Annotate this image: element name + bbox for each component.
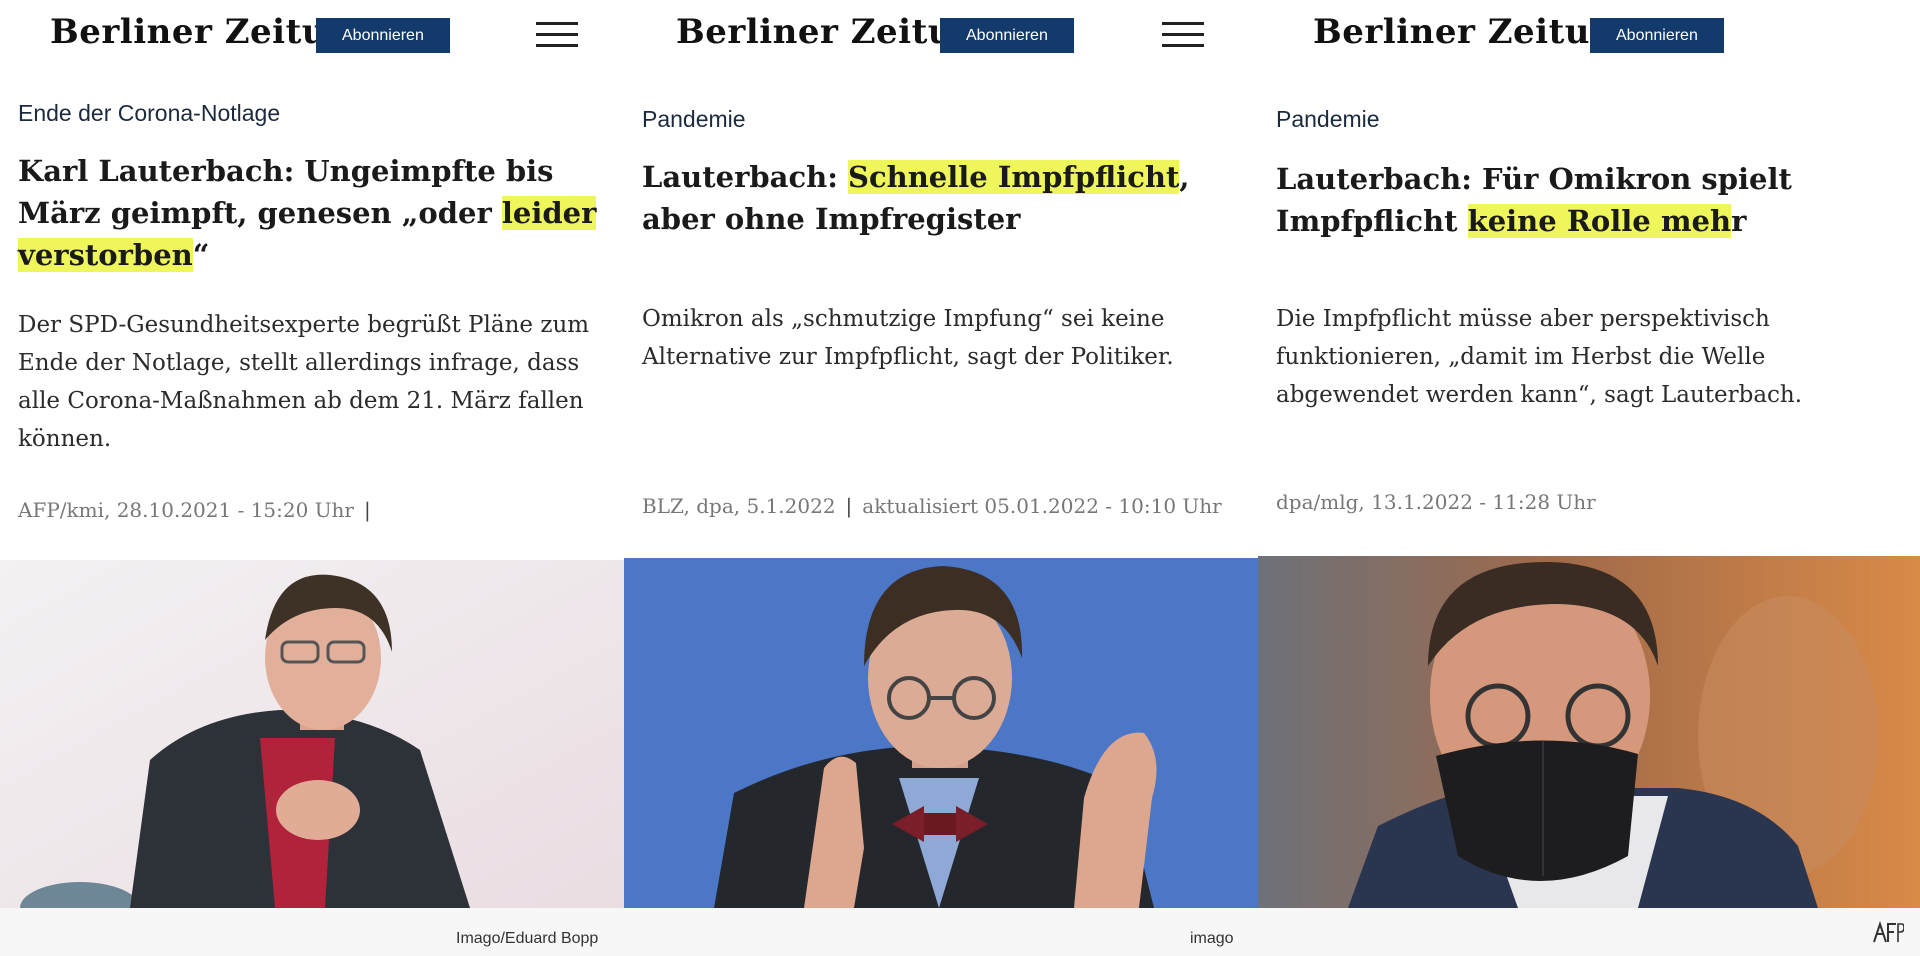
headline-highlight: Schnelle Impfpflicht <box>848 160 1180 194</box>
article-teaser: Die Impfpflicht müsse aber perspektivisc… <box>1276 306 1803 408</box>
caption-strip <box>0 908 1920 956</box>
article-category[interactable]: Pandemie <box>642 106 746 133</box>
headline-highlight: keine Rolle meh <box>1467 204 1732 238</box>
article-photo[interactable] <box>0 560 624 908</box>
article-headline[interactable]: Lauterbach: Für Omikron spielt Impfpflic… <box>1276 158 1876 242</box>
photo-credit: imago <box>1190 930 1234 947</box>
article-panel-2: Berliner Zeitung Abonnieren Pandemie Lau… <box>624 0 1258 956</box>
portrait-illustration <box>624 558 1258 908</box>
meta-source-date: AFP/kmi, 28.10.2021 - 15:20 Uhr <box>18 498 354 522</box>
article-panel-1: Berliner Zeitung Abonnieren Ende der Cor… <box>0 0 624 956</box>
article-category[interactable]: Ende der Corona-Notlage <box>18 100 280 127</box>
article-teaser: Omikron als „schmutzige Impfung“ sei kei… <box>642 306 1174 370</box>
portrait-illustration <box>1258 556 1920 908</box>
article-panel-3: Berliner Zeitung Abonnieren Pandemie Lau… <box>1258 0 1920 956</box>
meta-separator: | <box>364 498 371 522</box>
article-category[interactable]: Pandemie <box>1276 106 1380 133</box>
article-headline[interactable]: Karl Lauterbach: Ungeimpfte bis März gei… <box>18 150 608 276</box>
article-meta: dpa/mlg, 13.1.2022 - 11:28 Uhr <box>1276 490 1596 514</box>
headline-text: “ <box>192 238 210 272</box>
headline-text: Lauterbach: <box>642 160 849 194</box>
headline-text: r <box>1731 204 1747 238</box>
afp-logo-icon <box>1870 920 1905 946</box>
portrait-illustration <box>0 560 624 908</box>
headline-text: Karl Lauterbach: Ungeimpfte bis März gei… <box>18 154 554 230</box>
subscribe-button[interactable]: Abonnieren <box>940 18 1074 53</box>
article-photo[interactable] <box>1258 556 1920 908</box>
meta-source-date: BLZ, dpa, 5.1.2022 <box>642 494 836 518</box>
article-meta: AFP/kmi, 28.10.2021 - 15:20 Uhr | <box>18 498 381 522</box>
article-meta: BLZ, dpa, 5.1.2022 | aktualisiert 05.01.20… <box>642 494 1222 518</box>
hamburger-menu-icon[interactable] <box>536 22 578 48</box>
article-headline[interactable]: Lauterbach: Schnelle Impfpflicht, aber o… <box>642 156 1242 240</box>
article-photo[interactable] <box>624 558 1258 908</box>
subscribe-button[interactable]: Abonnieren <box>316 18 450 53</box>
meta-separator: | <box>845 494 853 518</box>
meta-updated: aktualisiert 05.01.2022 - 10:10 Uhr <box>862 494 1222 518</box>
subscribe-button[interactable]: Abonnieren <box>1590 18 1724 53</box>
photo-credit: Imago/Eduard Bopp <box>456 930 599 947</box>
hamburger-menu-icon[interactable] <box>1162 22 1204 48</box>
article-teaser: Der SPD-Gesundheitsexperte begrüßt Pläne… <box>18 312 590 452</box>
